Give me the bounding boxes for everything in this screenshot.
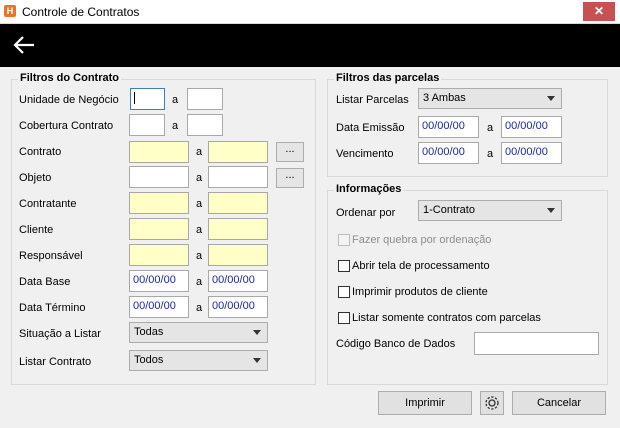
title-bar: H Controle de Contratos ✕	[0, 0, 620, 24]
unidade-sep: a	[172, 94, 179, 106]
imprimir-button[interactable]: Imprimir	[378, 391, 472, 415]
data-termino-sep: a	[196, 302, 203, 314]
data-base-from-input[interactable]: 00/00/00	[129, 270, 189, 292]
chevron-down-icon	[547, 96, 555, 101]
emissao-from-input[interactable]: 00/00/00	[418, 116, 479, 138]
cobertura-to-input[interactable]	[187, 114, 223, 136]
contrato-label: Contrato	[19, 146, 62, 158]
abrir-tela-label: Abrir tela de processamento	[352, 260, 490, 272]
listar-somente-checkbox[interactable]	[338, 312, 350, 324]
situacao-select[interactable]: Todas	[129, 322, 268, 343]
cancelar-button[interactable]: Cancelar	[512, 391, 606, 415]
unidade-from-input[interactable]	[130, 88, 165, 110]
objeto-lookup-button[interactable]: ...	[276, 168, 304, 188]
data-termino-label: Data Término	[19, 302, 86, 314]
quebra-checkbox[interactable]	[338, 234, 350, 246]
vencimento-to-input[interactable]: 00/00/00	[501, 142, 562, 164]
listar-parcelas-select[interactable]: 3 Ambas	[418, 88, 562, 109]
responsavel-label: Responsável	[19, 250, 83, 262]
data-termino-to-input[interactable]: 00/00/00	[208, 296, 268, 318]
listar-contrato-value: Todos	[134, 354, 164, 366]
codigo-banco-label: Código Banco de Dados	[336, 338, 456, 350]
imprimir-produtos-checkbox[interactable]	[338, 286, 350, 298]
vencimento-from-input[interactable]: 00/00/00	[418, 142, 479, 164]
contrato-lookup-button[interactable]: ...	[276, 142, 304, 162]
objeto-from-input[interactable]	[129, 166, 189, 188]
imprimir-produtos-label: Imprimir produtos de cliente	[352, 286, 488, 298]
ordenar-label: Ordenar por	[336, 207, 396, 219]
contrato-sep: a	[196, 146, 203, 158]
contrato-to-input[interactable]	[208, 141, 268, 163]
cliente-sep: a	[196, 224, 203, 236]
gear-icon	[485, 396, 499, 410]
cliente-from-input[interactable]	[129, 218, 189, 240]
ordenar-select[interactable]: 1-Contrato	[418, 200, 562, 221]
chevron-down-icon	[253, 358, 261, 363]
vencimento-label: Vencimento	[336, 148, 394, 160]
contratante-sep: a	[196, 198, 203, 210]
responsavel-to-input[interactable]	[208, 244, 268, 266]
unidade-label: Unidade de Negócio	[19, 94, 119, 106]
abrir-tela-checkbox[interactable]	[338, 260, 350, 272]
data-base-label: Data Base	[19, 276, 71, 288]
listar-parcelas-label: Listar Parcelas	[336, 94, 409, 106]
listar-contrato-select[interactable]: Todos	[129, 350, 268, 371]
informacoes-title: Informações	[334, 183, 404, 195]
data-emissao-label: Data Emissão	[336, 122, 405, 134]
listar-parcelas-value: 3 Ambas	[423, 92, 466, 104]
close-button[interactable]: ✕	[583, 2, 615, 21]
data-base-to-input[interactable]: 00/00/00	[208, 270, 268, 292]
toolbar	[0, 24, 620, 67]
codigo-banco-input[interactable]	[474, 332, 599, 355]
arrow-left-icon[interactable]	[12, 34, 36, 56]
quebra-label: Fazer quebra por ordenação	[352, 234, 492, 246]
contratante-label: Contratante	[19, 198, 77, 210]
responsavel-from-input[interactable]	[129, 244, 189, 266]
objeto-to-input[interactable]	[208, 166, 268, 188]
settings-button[interactable]	[480, 391, 504, 415]
cliente-to-input[interactable]	[208, 218, 268, 240]
objeto-label: Objeto	[19, 172, 52, 184]
chevron-down-icon	[253, 330, 261, 335]
contratante-to-input[interactable]	[208, 192, 268, 214]
unidade-to-input[interactable]	[187, 88, 223, 110]
emissao-to-input[interactable]: 00/00/00	[501, 116, 562, 138]
window-title: Controle de Contratos	[22, 5, 140, 19]
responsavel-sep: a	[196, 250, 203, 262]
cobertura-label: Cobertura Contrato	[19, 120, 114, 132]
ordenar-value: 1-Contrato	[423, 204, 475, 216]
situacao-label: Situação a Listar	[19, 328, 101, 340]
listar-somente-label: Listar somente contratos com parcelas	[352, 312, 541, 324]
filtros-contrato-title: Filtros do Contrato	[18, 72, 121, 84]
data-termino-from-input[interactable]: 00/00/00	[129, 296, 189, 318]
contrato-from-input[interactable]	[129, 141, 189, 163]
cobertura-from-input[interactable]	[129, 114, 165, 136]
emissao-sep: a	[487, 122, 494, 134]
objeto-sep: a	[196, 172, 203, 184]
data-base-sep: a	[196, 276, 203, 288]
listar-contrato-label: Listar Contrato	[19, 356, 92, 368]
cancelar-label: Cancelar	[536, 397, 582, 409]
situacao-value: Todas	[134, 326, 164, 338]
chevron-down-icon	[547, 208, 555, 213]
filtros-parcelas-title: Filtros das parcelas	[334, 72, 442, 84]
text-caret	[134, 92, 135, 104]
imprimir-label: Imprimir	[405, 397, 445, 409]
vencimento-sep: a	[487, 148, 494, 160]
cliente-label: Cliente	[19, 224, 54, 236]
cobertura-sep: a	[172, 120, 179, 132]
contratante-from-input[interactable]	[129, 192, 189, 214]
app-icon: H	[4, 5, 16, 17]
